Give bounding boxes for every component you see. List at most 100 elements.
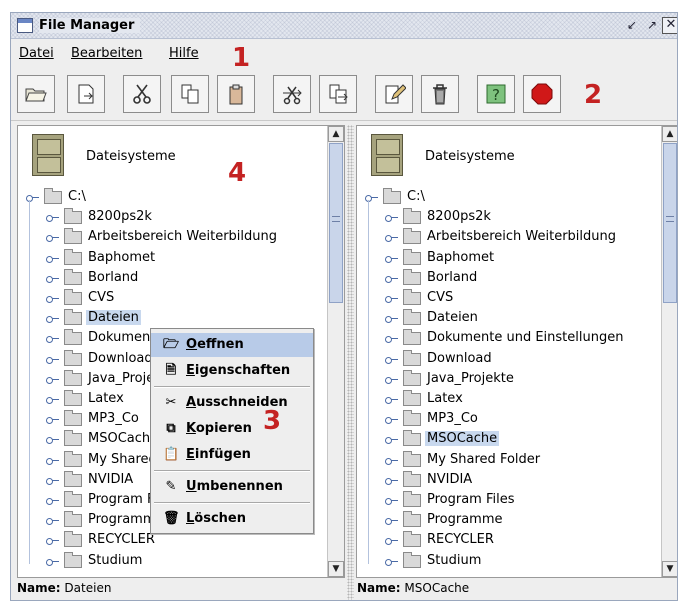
menu-separator [154, 502, 310, 504]
tree-node-label: Programme [427, 512, 503, 528]
tree-expand-handle-icon[interactable] [46, 253, 59, 265]
context-item-umbenennen[interactable]: ✎ Umbenennen [151, 475, 313, 499]
open-folder-icon: 🗁 [163, 337, 180, 352]
tree-expand-handle-icon[interactable] [46, 394, 59, 406]
tree-expand-handle-icon[interactable] [46, 232, 59, 244]
tree-expand-handle-icon[interactable] [46, 556, 59, 568]
tree-expand-handle-icon[interactable] [46, 434, 59, 446]
tree-expand-handle-icon[interactable] [385, 293, 398, 305]
tree-expand-handle-icon[interactable] [46, 455, 59, 467]
tree-node-label: MSOCache [425, 431, 500, 447]
folder-icon [64, 289, 82, 305]
rename-icon: ✎ [165, 479, 177, 494]
tree-node-label: Download [427, 350, 492, 366]
folder-icon [383, 188, 401, 204]
tree-expand-handle-icon[interactable] [46, 212, 59, 224]
toolbar-paste-button[interactable] [217, 75, 255, 113]
close-icon[interactable]: ✕ [662, 17, 677, 34]
toolbar-copy-to-button[interactable] [319, 75, 357, 113]
tree-expand-handle-icon[interactable] [385, 333, 398, 345]
menu-datei[interactable]: Datei [19, 46, 54, 61]
menu-separator [154, 470, 310, 472]
toolbar-properties-button[interactable] [67, 75, 105, 113]
toolbar-help-button[interactable]: ? [477, 75, 515, 113]
scroll-up-arrow-icon[interactable]: ▲ [662, 126, 677, 142]
scroll-up-arrow-icon[interactable]: ▲ [328, 126, 344, 142]
tree-expand-handle-icon[interactable] [385, 414, 398, 426]
move-icon [283, 86, 302, 105]
tree-expand-handle-icon[interactable] [46, 414, 59, 426]
tree-expand-handle-icon[interactable] [26, 192, 39, 204]
title-bar[interactable]: File Manager ↙ ↗ ✕ [11, 13, 677, 39]
maximize-icon[interactable]: ↗ [643, 17, 661, 34]
right-file-tree-pane[interactable]: Dateisysteme C:\ 8200ps2k Arbeitsbereich W… [356, 125, 677, 578]
tree-expand-handle-icon[interactable] [385, 394, 398, 406]
tree-expand-handle-icon[interactable] [385, 455, 398, 467]
folder-icon [64, 491, 82, 507]
tree-expand-handle-icon[interactable] [385, 253, 398, 265]
scroll-down-arrow-icon[interactable]: ▼ [662, 561, 677, 577]
tree-expand-handle-icon[interactable] [365, 192, 378, 204]
right-scroll-thumb[interactable] [663, 143, 677, 303]
toolbar-cut-button[interactable] [123, 75, 161, 113]
folder-icon [403, 430, 421, 447]
tree-node-label: Baphomet [88, 249, 156, 265]
folder-icon [403, 511, 421, 528]
tree-expand-handle-icon[interactable] [385, 313, 398, 325]
folder-icon [403, 349, 421, 366]
tree-expand-handle-icon[interactable] [385, 374, 398, 386]
tree-expand-handle-icon[interactable] [46, 273, 59, 285]
tree-expand-handle-icon[interactable] [385, 273, 398, 285]
toolbar-stop-button[interactable] [523, 75, 561, 113]
tree-expand-handle-icon[interactable] [46, 515, 59, 527]
toolbar-open-button[interactable] [17, 75, 55, 113]
tree-expand-handle-icon[interactable] [385, 232, 398, 244]
context-item-einfuegen[interactable]: 📋 Einfügen [151, 443, 313, 467]
tree-expand-handle-icon[interactable] [385, 535, 398, 547]
menu-separator [154, 386, 310, 388]
toolbar-copy-button[interactable] [171, 75, 209, 113]
left-scrollbar[interactable]: ▲ ▼ [327, 126, 344, 577]
right-scrollbar[interactable]: ▲ ▼ [661, 126, 677, 577]
app-icon [17, 18, 33, 33]
context-item-kopieren[interactable]: ⧉ Kopieren [151, 417, 313, 441]
tree-expand-handle-icon[interactable] [46, 293, 59, 305]
folder-icon [64, 228, 82, 245]
tree-expand-handle-icon[interactable] [385, 515, 398, 527]
tree-expand-handle-icon[interactable] [385, 434, 398, 446]
tree-node-label: MP3_Co [88, 411, 139, 427]
menu-hilfe[interactable]: Hilfe [169, 46, 199, 61]
tree-expand-handle-icon[interactable] [46, 475, 59, 487]
tree-expand-handle-icon[interactable] [385, 495, 398, 507]
tree-expand-handle-icon[interactable] [46, 495, 59, 507]
tree-expand-handle-icon[interactable] [46, 313, 59, 325]
tree-node-label: Borland [88, 269, 139, 285]
tree-node-label: Java_Projekte [427, 370, 514, 386]
tree-expand-handle-icon[interactable] [385, 475, 398, 487]
minimize-icon[interactable]: ↙ [623, 17, 641, 34]
left-scroll-thumb[interactable] [329, 143, 343, 303]
rename-icon [385, 84, 406, 104]
tree-expand-handle-icon[interactable] [46, 333, 59, 345]
tree-expand-handle-icon[interactable] [46, 374, 59, 386]
tree-expand-handle-icon[interactable] [385, 212, 398, 224]
tree-expand-handle-icon[interactable] [385, 556, 398, 568]
folder-icon [403, 450, 421, 467]
tree-expand-handle-icon[interactable] [385, 354, 398, 366]
scroll-down-arrow-icon[interactable]: ▼ [328, 561, 344, 577]
toolbar-rename-button[interactable] [375, 75, 413, 113]
context-item-eigenschaften[interactable]: 🗎 Eigenschaften [151, 359, 313, 383]
tree-node-label: Latex [88, 391, 124, 406]
toolbar-delete-button[interactable] [421, 75, 459, 113]
toolbar-move-button[interactable] [273, 75, 311, 113]
context-item-loeschen[interactable]: 🗑 Löschen [151, 507, 313, 531]
menu-bearbeiten[interactable]: Bearbeiten [71, 46, 142, 61]
tree-expand-handle-icon[interactable] [46, 535, 59, 547]
properties-icon: 🗎 [165, 363, 177, 378]
status-label: Name: [357, 581, 401, 595]
context-item-oeffnen[interactable]: 🗁 Oeffnen [151, 333, 313, 357]
context-item-ausschneiden[interactable]: ✂ Ausschneiden [151, 391, 313, 415]
menu-bar: Datei Bearbeiten Hilfe [11, 39, 677, 67]
split-pane-divider[interactable] [347, 125, 354, 600]
tree-expand-handle-icon[interactable] [46, 354, 59, 366]
